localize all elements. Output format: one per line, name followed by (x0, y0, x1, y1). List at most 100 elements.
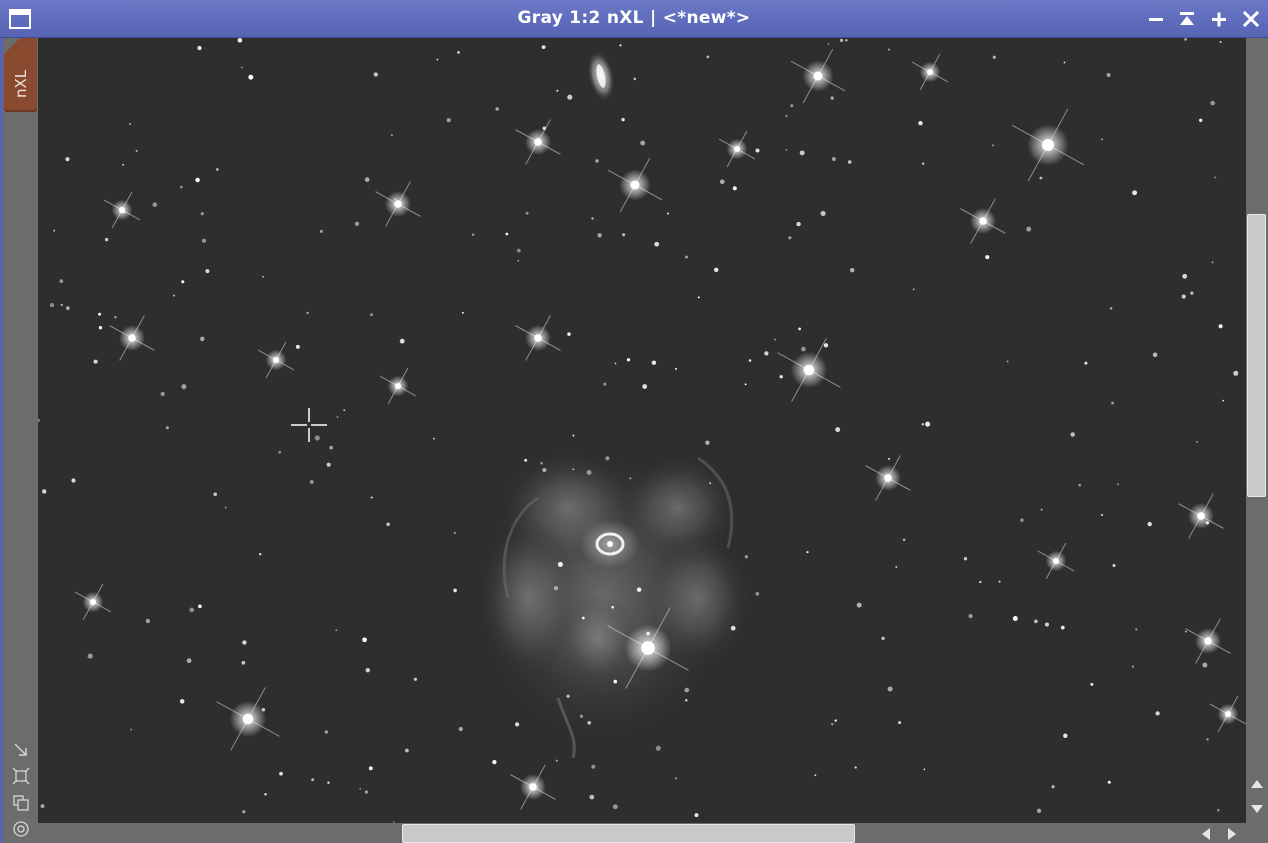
star (581, 616, 585, 620)
star (53, 229, 56, 232)
star (365, 667, 371, 673)
star (200, 336, 205, 342)
star (195, 177, 200, 183)
star (242, 810, 246, 814)
target-icon[interactable] (11, 819, 31, 839)
star (1190, 291, 1194, 295)
window-border (0, 38, 3, 843)
star (991, 144, 995, 147)
star (1217, 808, 1220, 812)
horizontal-scrollbar[interactable] (38, 823, 1246, 843)
star (705, 440, 710, 445)
maximize-icon[interactable] (1209, 9, 1229, 29)
title-bar[interactable]: Gray 1:2 nXL | <*new*> (0, 0, 1268, 38)
tab-fold (4, 38, 20, 54)
star (603, 382, 607, 386)
star (1184, 38, 1187, 41)
star (1196, 440, 1198, 443)
star (579, 714, 584, 718)
vertical-scrollbar[interactable] (1246, 38, 1268, 823)
star (1106, 73, 1111, 77)
scroll-down-icon[interactable] (1250, 803, 1264, 815)
star (114, 315, 117, 319)
shade-icon[interactable] (1177, 9, 1197, 29)
star (1109, 307, 1113, 310)
star (262, 275, 264, 278)
fit-view-icon[interactable] (11, 740, 31, 760)
horizontal-scroll-thumb[interactable] (402, 824, 855, 843)
star (798, 327, 801, 331)
star (744, 555, 749, 559)
star (755, 591, 760, 596)
vertical-scroll-thumb[interactable] (1247, 214, 1266, 497)
scroll-left-icon[interactable] (1200, 827, 1212, 841)
star (774, 338, 777, 341)
star (336, 416, 339, 419)
image-viewport[interactable] (38, 38, 1246, 823)
minimize-icon[interactable] (1146, 9, 1166, 29)
star (925, 421, 931, 427)
star (556, 89, 559, 92)
star (732, 186, 737, 191)
star (93, 359, 98, 364)
star (566, 694, 570, 698)
star (567, 94, 573, 100)
star (314, 435, 320, 441)
star (160, 391, 165, 397)
clone-view-icon[interactable] (11, 793, 31, 813)
star (457, 51, 460, 54)
star (1063, 61, 1066, 64)
star (237, 38, 243, 43)
star (922, 162, 925, 165)
close-icon[interactable] (1241, 9, 1261, 29)
star (98, 326, 103, 330)
star (1218, 324, 1223, 329)
star (59, 279, 64, 284)
star (823, 343, 829, 348)
star (525, 211, 529, 215)
star (213, 492, 217, 497)
star (242, 640, 247, 645)
star (130, 728, 133, 731)
star (1199, 118, 1203, 122)
star (684, 687, 690, 693)
scroll-right-icon[interactable] (1226, 827, 1238, 841)
star (764, 351, 769, 356)
left-panel: nXL (0, 38, 38, 843)
window-title: Gray 1:2 nXL | <*new*> (517, 8, 751, 28)
star (152, 202, 158, 207)
star (264, 793, 267, 796)
star (241, 660, 246, 665)
star (748, 359, 752, 362)
star (674, 367, 678, 370)
star (621, 118, 625, 122)
star (436, 58, 439, 61)
star (614, 362, 617, 365)
scroll-up-icon[interactable] (1250, 778, 1264, 790)
star (1044, 622, 1050, 627)
star (918, 121, 923, 126)
identifier-tab-label: nXL (12, 69, 30, 98)
star (453, 588, 457, 593)
star (898, 721, 902, 725)
star (200, 212, 204, 216)
star (847, 160, 852, 164)
star (205, 269, 210, 274)
star (633, 77, 637, 81)
star (1060, 625, 1065, 630)
star (1210, 100, 1215, 106)
star (1222, 399, 1225, 402)
star (1107, 780, 1111, 784)
star (1051, 785, 1055, 789)
star (655, 745, 661, 751)
star (541, 45, 546, 49)
star (364, 790, 368, 794)
zoom-to-fit-icon[interactable] (11, 766, 31, 786)
star (895, 566, 898, 568)
star (1084, 361, 1088, 365)
star (514, 722, 520, 727)
star (173, 294, 176, 297)
star (730, 625, 736, 631)
identifier-tab[interactable]: nXL (4, 38, 37, 112)
star (524, 458, 528, 462)
